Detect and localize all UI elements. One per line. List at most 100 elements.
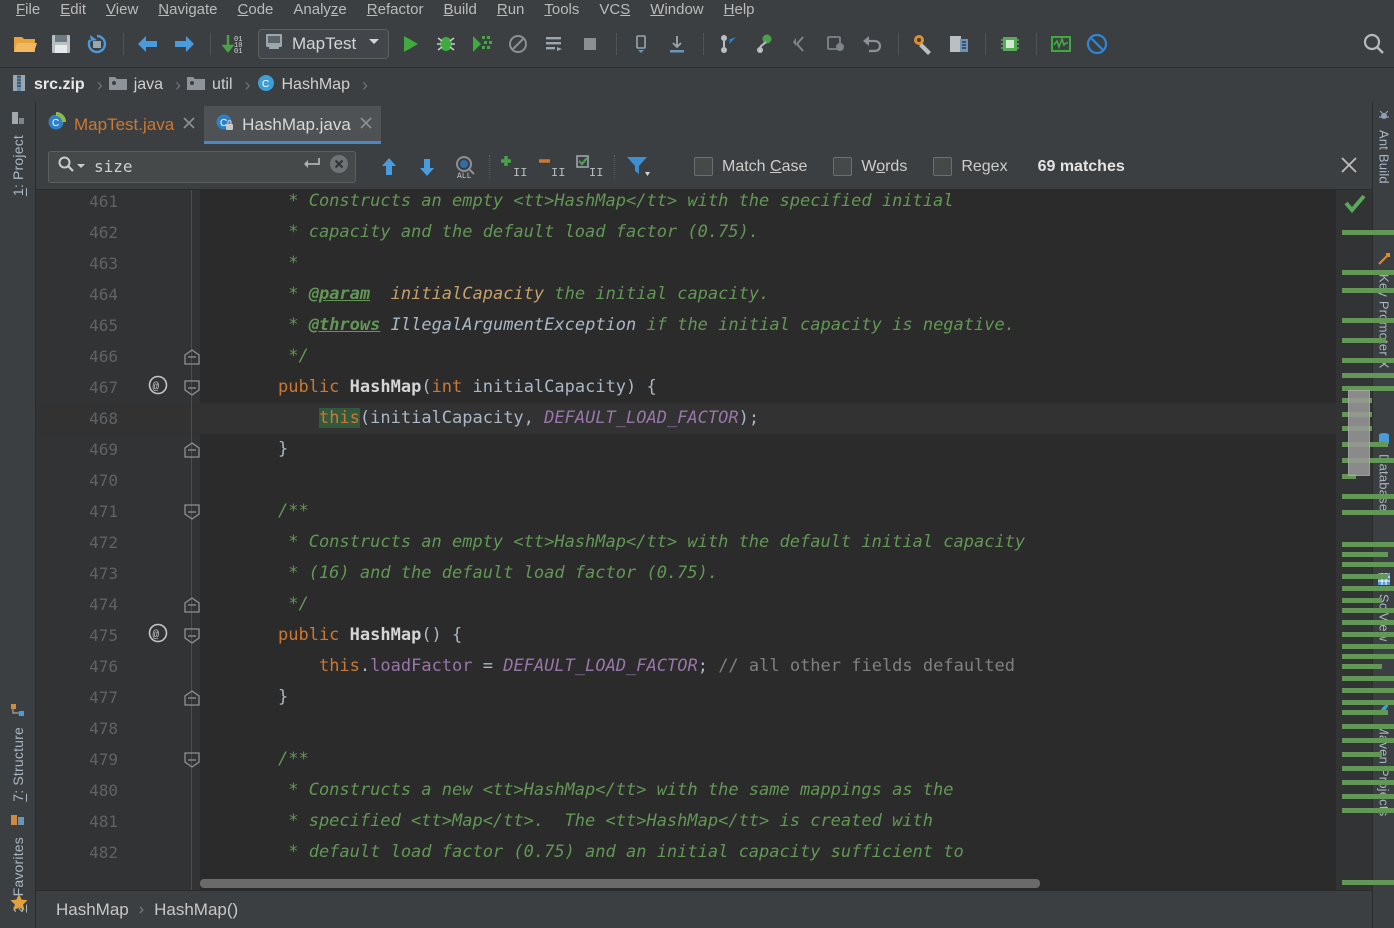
gutter-line[interactable]: 472 xyxy=(36,527,200,558)
save-all-icon[interactable] xyxy=(44,27,78,61)
find-next-down-icon[interactable] xyxy=(408,150,446,184)
horizontal-scrollbar[interactable] xyxy=(200,879,1040,888)
gutter-line[interactable]: 468 xyxy=(36,403,200,434)
code-line[interactable]: */ xyxy=(200,589,1336,620)
undo-icon[interactable] xyxy=(855,27,889,61)
search-match-marker[interactable] xyxy=(1342,318,1394,323)
code-line[interactable]: public HashMap(int initialCapacity) { xyxy=(200,372,1336,403)
gutter-line[interactable]: 465 xyxy=(36,310,200,341)
update-project-icon[interactable] xyxy=(624,27,658,61)
chevron-down-icon[interactable] xyxy=(366,33,382,54)
menu-item-analyze[interactable]: Analyze xyxy=(283,0,356,20)
code-line[interactable]: * @throws IllegalArgumentException if th… xyxy=(200,310,1336,341)
code-line[interactable]: * specified <tt>Map</tt>. The <tt>HashMa… xyxy=(200,806,1336,837)
sidebar-item-project[interactable]: 1: Project xyxy=(0,110,36,196)
search-match-marker[interactable] xyxy=(1342,373,1394,378)
key-promoter-icon[interactable] xyxy=(1044,27,1078,61)
search-match-marker[interactable] xyxy=(1342,880,1394,885)
fold-end-icon[interactable] xyxy=(184,349,200,365)
vcs-push-icon[interactable] xyxy=(747,27,781,61)
menu-item-vcs[interactable]: VCS xyxy=(589,0,640,20)
code-line[interactable]: * xyxy=(200,248,1336,279)
search-match-marker[interactable] xyxy=(1342,644,1394,649)
search-match-marker[interactable] xyxy=(1342,562,1394,567)
gutter-line[interactable]: 482 xyxy=(36,837,200,868)
clear-circle-icon[interactable] xyxy=(329,154,349,179)
override-annotation-icon[interactable]: @ xyxy=(148,623,168,648)
commit-icon[interactable] xyxy=(660,27,694,61)
debug-icon[interactable] xyxy=(429,27,463,61)
status-breadcrumb-item[interactable]: HashMap xyxy=(56,900,129,920)
search-match-marker[interactable] xyxy=(1342,700,1394,705)
menu-item-navigate[interactable]: Navigate xyxy=(148,0,227,20)
code-line[interactable]: /** xyxy=(200,744,1336,775)
gutter-line[interactable]: 480 xyxy=(36,775,200,806)
search-match-marker[interactable] xyxy=(1342,724,1394,729)
menu-item-help[interactable]: Help xyxy=(714,0,765,20)
fold-end-icon[interactable] xyxy=(184,597,200,613)
fold-collapse-icon[interactable] xyxy=(184,504,200,520)
find-previous-up-icon[interactable] xyxy=(370,150,408,184)
gutter-line[interactable]: 471 xyxy=(36,496,200,527)
breadcrumb-item-java[interactable]: java xyxy=(108,72,167,98)
search-match-marker[interactable] xyxy=(1342,358,1394,363)
close-icon[interactable] xyxy=(182,116,196,134)
gutter-line[interactable]: 476 xyxy=(36,651,200,682)
menu-item-refactor[interactable]: Refactor xyxy=(357,0,434,20)
search-match-marker[interactable] xyxy=(1342,494,1394,499)
breadcrumb-item-src-zip[interactable]: src.zip xyxy=(10,72,89,98)
run-dashboard-icon[interactable] xyxy=(537,27,571,61)
gutter-line[interactable]: 475@ xyxy=(36,620,200,651)
filter-icon[interactable] xyxy=(620,150,658,184)
code-line[interactable]: * Constructs a new <tt>HashMap</tt> with… xyxy=(200,775,1336,806)
override-annotation-icon[interactable]: @ xyxy=(148,375,168,400)
editor-gutter[interactable]: 460461462463464465466467@468469470471472… xyxy=(36,190,200,890)
gutter-line[interactable]: 467@ xyxy=(36,372,200,403)
close-icon[interactable] xyxy=(359,116,373,134)
search-match-marker[interactable] xyxy=(1342,808,1394,813)
code-line[interactable] xyxy=(200,713,1336,744)
status-breadcrumb-item[interactable]: HashMap() xyxy=(154,900,238,920)
code-editor[interactable]: 460461462463464465466467@468469470471472… xyxy=(36,190,1336,890)
match-case-checkbox[interactable]: Match Case xyxy=(694,157,807,176)
code-line[interactable]: } xyxy=(200,434,1336,465)
search-match-marker[interactable] xyxy=(1342,510,1394,515)
search-match-marker[interactable] xyxy=(1342,688,1394,693)
code-line[interactable]: * @param initialCapacity the initial cap… xyxy=(200,279,1336,310)
profile-icon[interactable] xyxy=(501,27,535,61)
find-all-icon[interactable]: ALL xyxy=(446,150,484,184)
open-folder-icon[interactable] xyxy=(8,27,42,61)
regex-checkbox[interactable]: Regex xyxy=(933,157,1007,176)
right-sidebar-item-maven-projects[interactable]: Maven Projects xyxy=(1373,702,1394,816)
search-match-marker[interactable] xyxy=(1342,752,1382,757)
code-text-area[interactable]: * Constructs an empty <tt>HashMap</tt> w… xyxy=(200,190,1336,890)
search-match-marker[interactable] xyxy=(1342,542,1394,547)
editor-tab-maptest-java[interactable]: CMapTest.java xyxy=(36,106,204,144)
gutter-line[interactable]: 463 xyxy=(36,248,200,279)
gutter-line[interactable]: 461 xyxy=(36,190,200,217)
search-match-marker[interactable] xyxy=(1342,676,1394,681)
gutter-line[interactable]: 481 xyxy=(36,806,200,837)
search-match-marker[interactable] xyxy=(1342,738,1394,743)
search-match-marker[interactable] xyxy=(1342,270,1394,275)
search-match-marker[interactable] xyxy=(1342,766,1394,771)
search-match-marker[interactable] xyxy=(1342,574,1388,579)
search-match-marker[interactable] xyxy=(1342,608,1394,613)
gutter-line[interactable]: 477 xyxy=(36,682,200,713)
gutter-line[interactable]: 464 xyxy=(36,279,200,310)
editor-tab-hashmap-java[interactable]: CHashMap.java xyxy=(204,106,381,144)
code-line[interactable]: * Constructs an empty <tt>HashMap</tt> w… xyxy=(200,527,1336,558)
sdk-manager-icon[interactable] xyxy=(993,27,1027,61)
breadcrumb-item-HashMap[interactable]: CHashMap xyxy=(256,72,354,98)
run-with-coverage-icon[interactable] xyxy=(465,27,499,61)
project-structure-icon[interactable] xyxy=(942,27,976,61)
gutter-line[interactable]: 466 xyxy=(36,341,200,372)
run-configuration-selector[interactable]: MapTest xyxy=(258,29,389,59)
menu-item-code[interactable]: Code xyxy=(228,0,284,20)
chevron-down-icon[interactable] xyxy=(76,158,86,176)
favorites-star-icon[interactable] xyxy=(9,893,29,918)
fold-collapse-icon[interactable] xyxy=(184,628,200,644)
search-match-marker[interactable] xyxy=(1342,620,1394,625)
menu-item-window[interactable]: Window xyxy=(640,0,713,20)
search-match-marker[interactable] xyxy=(1342,552,1388,557)
